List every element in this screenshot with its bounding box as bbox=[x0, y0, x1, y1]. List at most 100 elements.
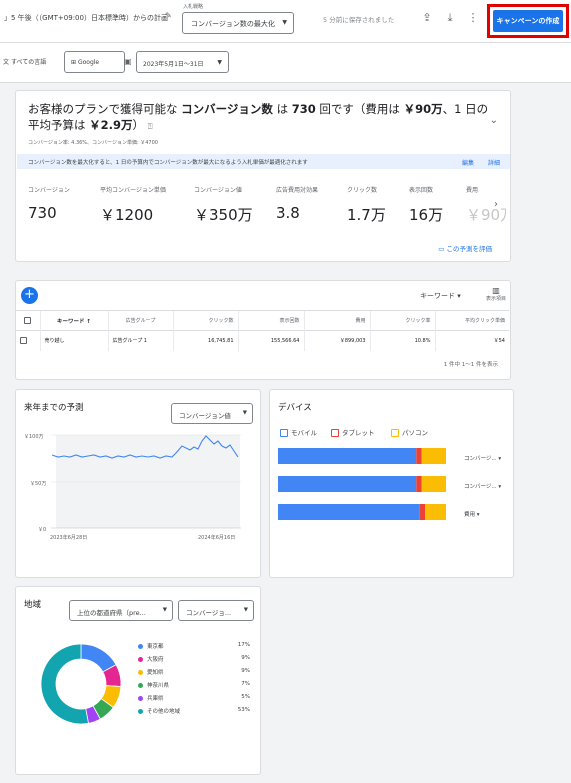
region-name: 愛知県 bbox=[147, 670, 164, 676]
bid-strategy-value: コンバージョン数の最大化 bbox=[191, 20, 275, 28]
forecast-metric-label: コンバージョン値 bbox=[179, 412, 231, 420]
filter-bar: 文 すべての言語 ⊞ Google ▣ 2023年5月1日〜31日 ▼ bbox=[0, 43, 571, 83]
pagination-text: 1 件中 1〜1 件を表示 bbox=[443, 362, 498, 368]
chevron-down-icon: ▾ bbox=[498, 484, 502, 490]
cell-keyword[interactable]: 売り越し bbox=[39, 330, 108, 351]
region-card: 地域 上位の都道府県（pre... ▼ コンバージョ... ▼ 東京都 17% 大阪… bbox=[15, 586, 261, 775]
chevron-down-icon: ▼ bbox=[282, 19, 287, 26]
keyword-view-select[interactable]: キーワード ▾ bbox=[420, 291, 461, 301]
columns-button[interactable]: ▥ 表示項目 bbox=[482, 286, 510, 302]
y-tick-label: ￥100万 bbox=[24, 434, 44, 440]
chevron-down-icon: ▾ bbox=[457, 292, 461, 300]
keyword-table-card: + キーワード ▾ ▥ 表示項目 キーワード ↑ 広告グループ クリック数 表示… bbox=[15, 280, 511, 380]
add-keyword-button[interactable]: + bbox=[21, 287, 38, 304]
summary-title-cost: ￥90万 bbox=[403, 102, 443, 116]
device-bar-mobile bbox=[278, 476, 417, 492]
banner-details-link[interactable]: 詳細 bbox=[488, 158, 500, 167]
metric-clicks: クリック数 1.7万 bbox=[347, 185, 386, 225]
rate-forecast-link[interactable]: ▭ この予測を評価 bbox=[438, 243, 492, 253]
chevron-down-icon: ▼ bbox=[217, 59, 222, 66]
device-bar-mobile bbox=[278, 504, 420, 520]
bid-strategy-label: 入札戦略 bbox=[183, 4, 204, 10]
forecast-metric-select[interactable]: コンバージョン値 ▼ bbox=[171, 403, 253, 424]
devices-title: デバイス bbox=[278, 403, 312, 413]
region-name: 大阪府 bbox=[147, 657, 164, 663]
select-all-checkbox[interactable] bbox=[16, 310, 40, 331]
header-ctr[interactable]: クリック率 bbox=[369, 310, 435, 331]
share-icon[interactable]: ⇪ bbox=[420, 11, 434, 24]
region-metric-select[interactable]: コンバージョ... ▼ bbox=[178, 600, 254, 621]
chevron-right-icon[interactable]: › bbox=[494, 199, 498, 210]
legend-dot bbox=[138, 657, 143, 662]
banner-edit-link[interactable]: 編集 bbox=[462, 158, 474, 167]
header-clicks[interactable]: クリック数 bbox=[172, 310, 238, 331]
metric-value: 16万 bbox=[409, 206, 444, 224]
forecast-line-chart: ￥100万 ￥50万 ￥0 2023年6月28日 2024年6月16日 bbox=[24, 434, 241, 541]
metric-value: 1.7万 bbox=[347, 206, 386, 224]
legend-label: モバイル bbox=[291, 429, 317, 437]
metric-impressions: 表示回数 16万 bbox=[409, 185, 443, 225]
region-donut-chart bbox=[40, 643, 122, 725]
header-keyword[interactable]: キーワード ↑ bbox=[39, 310, 108, 331]
cell-impressions: 155,566.64 bbox=[237, 330, 304, 351]
help-icon[interactable]: ⍰ bbox=[148, 122, 153, 131]
device-row-metric-select[interactable]: コンバージ... ▾ bbox=[464, 454, 501, 462]
region-metric-label: コンバージョ... bbox=[186, 609, 232, 617]
header-cost[interactable]: 費用 bbox=[303, 310, 370, 331]
edit-pencil-icon[interactable]: ✎ bbox=[165, 11, 172, 20]
cell-ctr: 10.8% bbox=[369, 330, 435, 351]
bid-strategy-select[interactable]: コンバージョン数の最大化 ▼ bbox=[182, 12, 294, 34]
summary-title-mid: は bbox=[276, 102, 289, 116]
forecast-summary-card: お客様のプランで獲得可能な コンバージョン数 は 730 回です（費用は ￥90… bbox=[15, 90, 511, 262]
chevron-down-icon: ▾ bbox=[476, 512, 480, 518]
x-tick-label: 2024年6月16日 bbox=[198, 534, 235, 541]
device-bar-desktop bbox=[421, 448, 446, 464]
date-range-label: 2023年5月1日〜31日 bbox=[143, 61, 204, 68]
legend-label: タブレット bbox=[342, 429, 375, 437]
summary-title-metric: コンバージョン数 bbox=[181, 102, 273, 116]
create-campaign-button[interactable]: キャンペーンの作成 bbox=[493, 10, 563, 32]
columns-label: 表示項目 bbox=[485, 296, 506, 302]
region-scope-select[interactable]: 上位の都道府県（pre... ▼ bbox=[69, 600, 173, 621]
more-vert-icon[interactable]: ⋮ bbox=[466, 11, 480, 24]
row-checkbox[interactable] bbox=[16, 330, 40, 351]
date-range-select[interactable]: 2023年5月1日〜31日 ▼ bbox=[136, 51, 229, 73]
region-name: 兵庫県 bbox=[147, 696, 164, 702]
metric-conversions: コンバージョン 730 bbox=[28, 185, 70, 222]
device-row-metric-select[interactable]: コンバージ... ▾ bbox=[464, 482, 501, 490]
header-ad-group[interactable]: 広告グループ bbox=[107, 310, 173, 331]
chevron-down-icon: ▼ bbox=[242, 410, 247, 416]
region-percent: 17% bbox=[237, 642, 250, 648]
plan-date-text[interactable]: 」5 午後（（GMT+09:00）日本標準時）からの計画 bbox=[4, 13, 168, 23]
legend-dot bbox=[138, 696, 143, 701]
device-row-label: 費用 bbox=[464, 512, 476, 518]
summary-title-prefix: お客様のプランで獲得可能な bbox=[28, 102, 178, 116]
table-header-row: キーワード ↑ 広告グループ クリック数 表示回数 費用 クリック率 平均クリッ… bbox=[16, 310, 509, 331]
download-icon[interactable]: ⤓ bbox=[443, 11, 457, 25]
region-name: その他の地域 bbox=[147, 709, 181, 715]
summary-title-after-count: 回です（費用は bbox=[319, 102, 400, 116]
device-row-metric-select[interactable]: 費用 ▾ bbox=[464, 510, 480, 518]
metric-label: 広告費用対効果 bbox=[276, 187, 319, 194]
metric-label: クリック数 bbox=[347, 187, 378, 194]
expand-chevron-icon[interactable]: ⌄ bbox=[490, 115, 498, 126]
network-icon: ⊞ bbox=[71, 59, 77, 66]
summary-subtitle: コンバージョン率: 4.36%、コンバージョン単価: ￥4700 bbox=[28, 140, 158, 146]
region-percent: 9% bbox=[241, 668, 250, 674]
language-filter[interactable]: 文 すべての言語 bbox=[3, 57, 46, 66]
network-filter[interactable]: ⊞ Google bbox=[64, 51, 125, 73]
region-name: 神奈川県 bbox=[147, 683, 170, 689]
device-row-label: コンバージ... bbox=[464, 484, 497, 490]
metric-label: 平均コンバージョン単価 bbox=[100, 187, 166, 194]
device-bar-tablet bbox=[416, 448, 422, 464]
legend-mobile: モバイル bbox=[280, 427, 317, 437]
legend-desktop: パソコン bbox=[391, 427, 428, 437]
region-percent: 53% bbox=[237, 707, 250, 713]
metric-roas: 広告費用対効果 3.8 bbox=[276, 185, 318, 222]
chevron-down-icon: ▼ bbox=[162, 607, 167, 613]
summary-title-end: ） bbox=[132, 118, 145, 132]
devices-card: デバイス モバイル タブレット パソコン コンバージ... ▾ コンバージ...… bbox=[269, 389, 514, 578]
header-impressions[interactable]: 表示回数 bbox=[237, 310, 304, 331]
cell-avg-cpc: ￥54 bbox=[434, 330, 509, 351]
header-avg-cpc[interactable]: 平均クリック単価 bbox=[434, 310, 509, 331]
